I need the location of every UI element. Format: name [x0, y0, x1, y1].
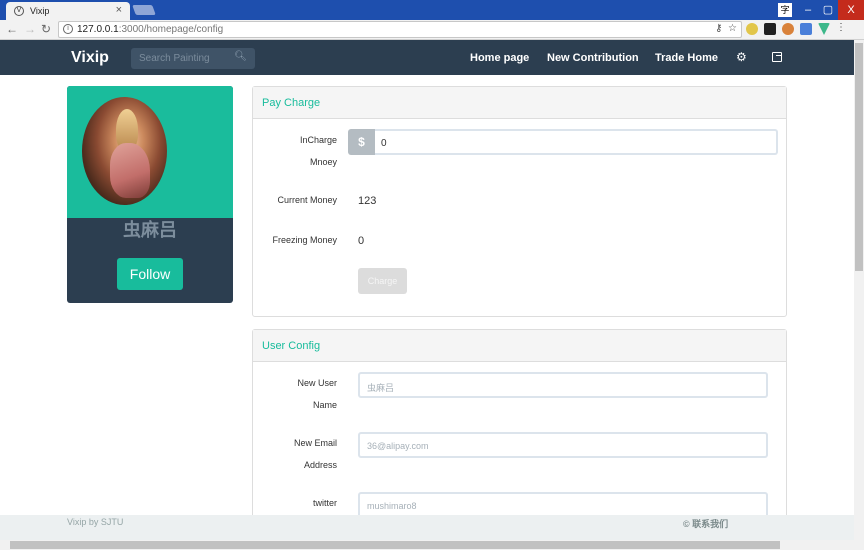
extension-coin-icon[interactable] [746, 23, 758, 35]
charge-button[interactable]: Charge [358, 268, 407, 294]
contact-us-link[interactable]: © 联系我们 [683, 517, 728, 530]
tab-close-icon[interactable]: × [116, 4, 122, 16]
profile-card: 虫麻吕 Follow [67, 86, 233, 303]
dollar-addon: $ [348, 129, 375, 155]
browser-tab[interactable]: V Vixip × [6, 2, 130, 20]
pay-charge-panel: Pay Charge InCharge Mnoey $ 0 Current Mo… [252, 86, 787, 317]
horizontal-scrollbar[interactable] [0, 540, 864, 550]
browser-titlebar: V Vixip × 字 – ▢ X [0, 0, 864, 20]
nav-new-contribution[interactable]: New Contribution [547, 52, 639, 64]
url-path: :3000/homepage/config [118, 24, 224, 35]
new-user-label-line1: New User [297, 378, 337, 388]
tab-title: Vixip [30, 6, 50, 16]
freezing-money-value: 0 [358, 235, 365, 247]
incharge-label-line1: InCharge [299, 135, 337, 145]
star-icon[interactable]: ☆ [728, 23, 737, 34]
forward-arrow-icon[interactable]: → [24, 22, 36, 36]
ime-indicator[interactable]: 字 [778, 3, 792, 17]
new-username-input[interactable]: 虫麻吕 [358, 372, 768, 398]
avatar [82, 97, 167, 205]
nav-trade-home[interactable]: Trade Home [655, 52, 718, 64]
new-email-label-line2: Address [303, 460, 337, 470]
search-placeholder: Search Painting [139, 53, 210, 64]
new-email-label-line1: New Email [293, 438, 337, 448]
current-money-label: Current Money [277, 195, 337, 205]
site-info-icon[interactable]: i [63, 24, 73, 34]
extension-orange-icon[interactable] [782, 23, 794, 35]
search-input[interactable]: Search Painting 🔍︎ [131, 48, 255, 69]
omnibox-actions: ⚷ ☆ [715, 23, 737, 34]
nav-home-page[interactable]: Home page [470, 52, 529, 64]
address-bar[interactable]: i 127.0.0.1:3000/homepage/config ⚷ ☆ [58, 21, 742, 38]
page-content: Vixip Search Painting 🔍︎ Home page New C… [0, 40, 854, 550]
new-tab-button[interactable] [132, 5, 156, 15]
incharge-label-line2: Mnoey [309, 157, 337, 167]
brand-logo[interactable]: Vixip [71, 49, 109, 67]
url-host: 127.0.0.1 [77, 24, 119, 35]
vertical-scroll-thumb[interactable] [855, 43, 863, 271]
user-config-title: User Config [253, 330, 786, 362]
twitter-label: twitter [312, 498, 337, 508]
horizontal-scroll-thumb[interactable] [10, 541, 780, 549]
gear-icon[interactable]: ⚙ [736, 50, 747, 64]
minimize-icon[interactable]: – [798, 0, 818, 20]
incharge-input-group: $ 0 [348, 129, 778, 155]
search-icon[interactable]: 🔍︎ [234, 51, 247, 62]
extension-vue-icon[interactable] [818, 23, 830, 35]
new-email-input[interactable]: 36@alipay.com [358, 432, 768, 458]
extension-translate-icon[interactable] [800, 23, 812, 35]
back-arrow-icon[interactable]: ← [6, 22, 18, 36]
freezing-money-label: Freezing Money [272, 235, 337, 245]
vertical-scrollbar[interactable] [854, 40, 864, 540]
new-user-label-line2: Name [312, 400, 337, 410]
extension-dark-icon[interactable] [764, 23, 776, 35]
browser-toolbar: ← → ↻ i 127.0.0.1:3000/homepage/config ⚷… [0, 20, 864, 40]
reload-icon[interactable]: ↻ [41, 22, 51, 36]
incharge-money-input[interactable]: 0 [375, 129, 778, 155]
extension-icons: ⋮ [746, 23, 846, 35]
top-navbar: Vixip Search Painting 🔍︎ Home page New C… [0, 40, 854, 75]
current-money-value: 123 [358, 195, 377, 207]
url-text: 127.0.0.1:3000/homepage/config [77, 24, 223, 35]
pay-charge-title: Pay Charge [253, 87, 786, 119]
footer-credit: Vixip by SJTU [67, 517, 124, 527]
profile-header [67, 86, 233, 218]
logout-icon[interactable] [772, 52, 782, 62]
restore-icon[interactable]: ▢ [818, 0, 838, 20]
window-controls: 字 – ▢ X [778, 0, 864, 20]
window-close-icon[interactable]: X [838, 0, 864, 20]
menu-dots-icon[interactable]: ⋮ [836, 23, 846, 35]
follow-button[interactable]: Follow [117, 258, 183, 290]
vixip-favicon-icon: V [14, 6, 24, 16]
key-icon[interactable]: ⚷ [715, 23, 722, 34]
avatar-figure-dress [110, 143, 150, 198]
profile-username: 虫麻吕 [123, 220, 177, 240]
